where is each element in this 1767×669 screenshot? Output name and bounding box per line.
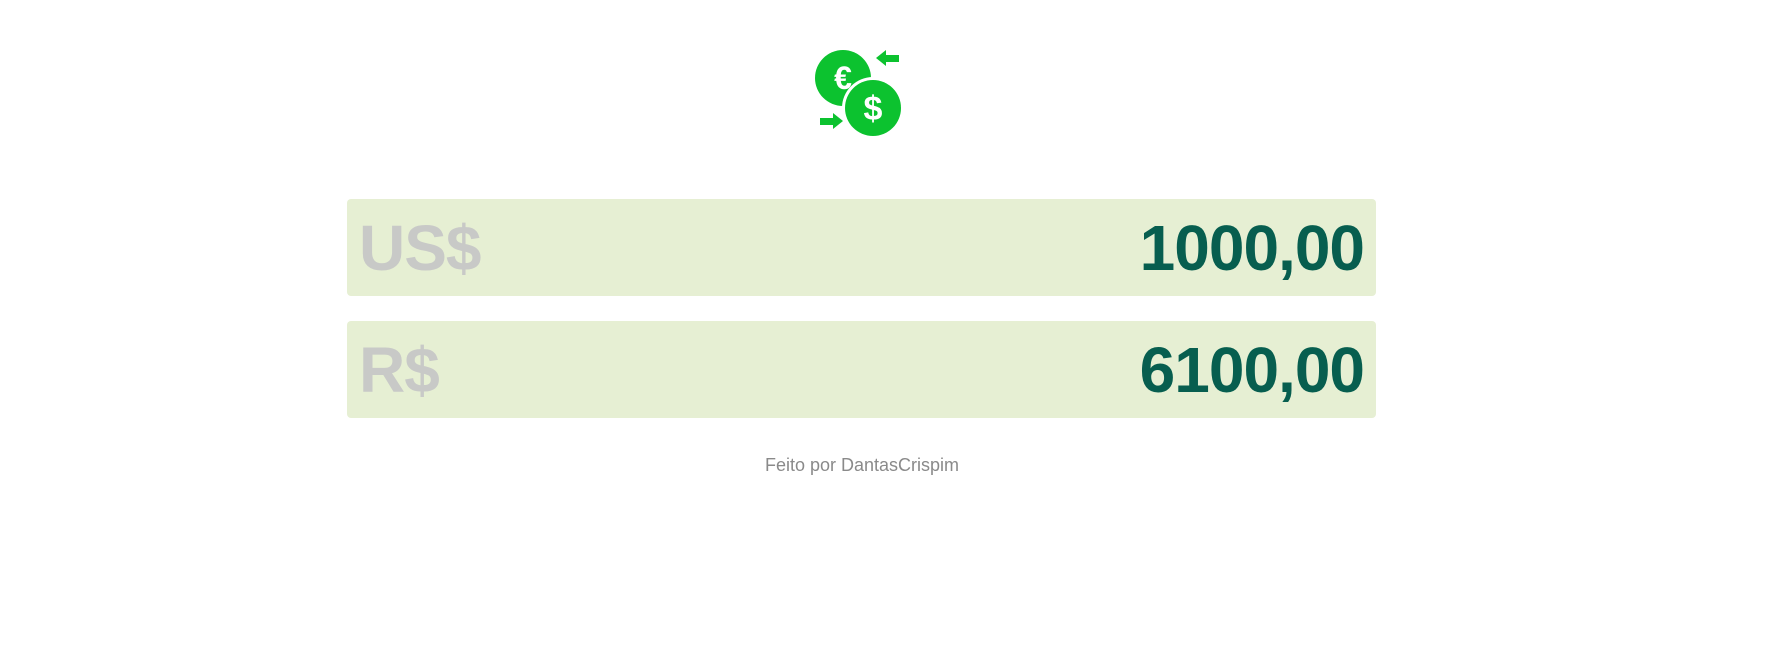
usd-field: US$	[347, 199, 1376, 296]
currency-exchange-logo: € $	[810, 45, 910, 145]
svg-text:$: $	[864, 90, 883, 128]
usd-currency-label: US$	[359, 211, 481, 284]
brl-currency-label: R$	[359, 333, 440, 406]
footer-credit: Feito por DantasCrispim	[764, 455, 960, 475]
brl-field: R$	[347, 321, 1376, 418]
brl-amount-input[interactable]	[764, 332, 1364, 407]
usd-amount-input[interactable]	[764, 210, 1364, 285]
currency-exchange-icon: € $	[815, 50, 904, 139]
